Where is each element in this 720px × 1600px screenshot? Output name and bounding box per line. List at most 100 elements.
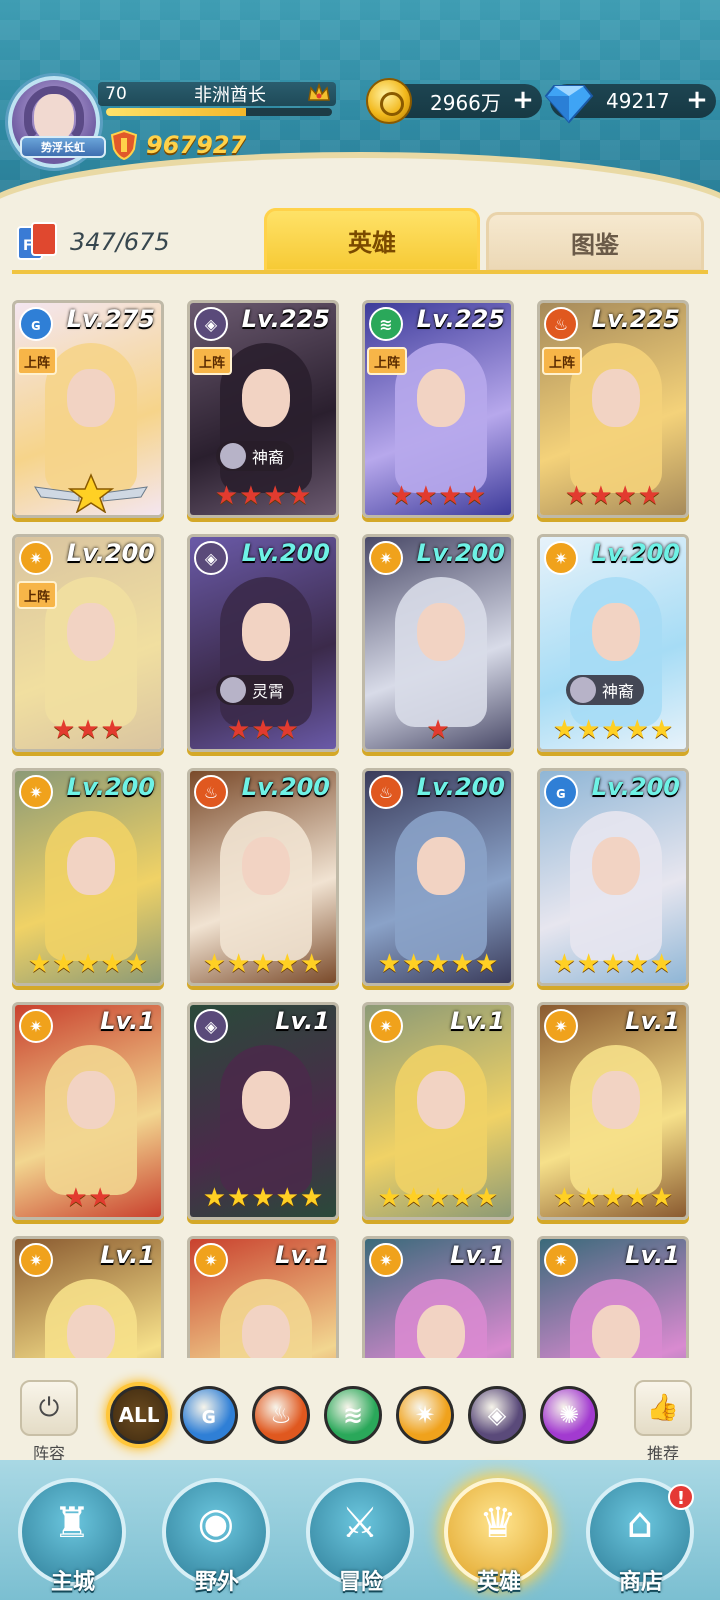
power-value: 967927 (146, 131, 247, 159)
hero-level: Lv.1 (100, 1241, 155, 1269)
hero-level: Lv.1 (450, 1007, 505, 1035)
nav-label: 英雄 (476, 1570, 521, 1595)
hero-card[interactable]: ✷ Lv.200 神裔 ★ ★ ★ ★ ★ (537, 534, 689, 752)
deployed-badge: 上阵 (542, 347, 582, 375)
hero-card[interactable]: ♨ Lv.200 ★ ★ ★ ★ ★ (187, 768, 339, 986)
nav-castle[interactable]: ♜ 主城 (14, 1472, 132, 1600)
dark-element-icon: ◈ (194, 541, 228, 575)
recommend-button[interactable]: 👍 推荐 (628, 1380, 698, 1466)
hero-card[interactable]: ✷ Lv.200 ★ ★ ★ ★ ★ (12, 768, 164, 986)
hero-level: Lv.1 (625, 1007, 680, 1035)
star-icon: ★ (377, 1183, 402, 1213)
avatar-title: 势浮长虹 (20, 136, 106, 158)
star-icon: ★ (100, 949, 124, 979)
star-icon: ★ (589, 481, 613, 511)
hero-card[interactable]: ɢ Lv.200 ★ ★ ★ ★ ★ (537, 768, 689, 986)
star-icon: ★ (462, 481, 487, 511)
hero-face (592, 369, 640, 427)
hero-card[interactable]: ✷ Lv.1 (537, 1236, 689, 1358)
hero-card[interactable]: ≋ Lv.225 上阵 ★ ★ ★ ★ (362, 300, 514, 518)
hero-card[interactable]: ✷ Lv.1 ★ ★ ★ ★ ★ (362, 1002, 514, 1220)
star-icon: ★ (76, 715, 100, 745)
gold-value: 2966万 (430, 90, 501, 115)
thumbs-up-icon: 👍 (634, 1380, 692, 1436)
wind-element-icon: ≋ (369, 307, 403, 341)
light-element-icon: ✷ (19, 775, 53, 809)
nav-sword[interactable]: ⚔ 冒险 (302, 1472, 420, 1600)
star-icon: ★ (450, 949, 474, 979)
star-icon: ★ (251, 715, 275, 745)
hero-tag: 神裔 (216, 441, 295, 471)
star-icon: ★ (552, 715, 577, 745)
crown-icon (308, 82, 330, 101)
star-icon: ★ (202, 949, 227, 979)
star-rating: ★ ★ ★ ★ ★ (190, 951, 336, 977)
tab-album[interactable]: 图鉴 (486, 212, 704, 272)
hero-card[interactable]: ✷ Lv.1 (362, 1236, 514, 1358)
add-gem-button[interactable]: + (686, 87, 708, 113)
star-rating: ★ ★ ★ (190, 717, 336, 743)
hero-card[interactable]: ✷ Lv.200 上阵 ★ ★ ★ (12, 534, 164, 752)
hero-card[interactable]: ♨ Lv.225 上阵 ★ ★ ★ ★ (537, 300, 689, 518)
hero-card[interactable]: ♨ Lv.200 ★ ★ ★ ★ ★ (362, 768, 514, 986)
hero-face (592, 603, 640, 661)
star-rating: ★ ★ ★ ★ ★ (365, 1185, 511, 1211)
star-rating: ★ ★ (15, 1185, 161, 1211)
nav-helmet[interactable]: ♛ 英雄 (440, 1472, 558, 1600)
lineup-button[interactable]: ⏻ 阵容 (14, 1380, 84, 1466)
xp-bar (106, 108, 332, 116)
winged-star-icon (34, 473, 148, 513)
collection-count-text: 347/675 (70, 228, 170, 256)
hero-level: Lv.1 (625, 1241, 680, 1269)
hero-card[interactable]: ✷ Lv.1 ★ ★ ★ ★ ★ (537, 1002, 689, 1220)
hero-card[interactable]: ✷ Lv.1 (187, 1236, 339, 1358)
star-icon: ★ (649, 949, 674, 979)
star-icon: ★ (426, 715, 450, 745)
hero-level: Lv.200 (241, 539, 330, 567)
star-rating: ★ ★ ★ (15, 717, 161, 743)
star-icon: ★ (52, 715, 76, 745)
filter-dark-button[interactable]: ◈ (468, 1386, 526, 1444)
star-icon: ★ (76, 949, 100, 979)
star-icon: ★ (64, 1183, 88, 1213)
filter-wind-button[interactable]: ≋ (324, 1386, 382, 1444)
hero-card[interactable]: ✷ Lv.200 ★ (362, 534, 514, 752)
hero-level: Lv.275 (66, 305, 155, 333)
add-gold-button[interactable]: + (512, 87, 534, 113)
hero-level: Lv.200 (591, 539, 680, 567)
star-icon: ★ (377, 949, 402, 979)
filter-water-button[interactable]: ɢ (180, 1386, 238, 1444)
star-icon: ★ (202, 1183, 227, 1213)
nav-portal[interactable]: ◉ 野外 (158, 1472, 276, 1600)
star-icon: ★ (389, 481, 414, 511)
tag-icon (220, 443, 246, 469)
light-element-icon: ✷ (369, 1243, 403, 1277)
light-element-icon: ✷ (369, 541, 403, 575)
hero-card[interactable]: ✷ Lv.1 ★ ★ (12, 1002, 164, 1220)
star-icon: ★ (88, 1183, 112, 1213)
filter-all-button[interactable]: ALL (110, 1386, 168, 1444)
filter-light-button[interactable]: ✷ (396, 1386, 454, 1444)
star-icon: ★ (251, 1183, 275, 1213)
hero-face (592, 1305, 640, 1358)
tab-heroes[interactable]: 英雄 (264, 208, 480, 272)
dark-element-icon: ◈ (194, 307, 228, 341)
hero-face (67, 1071, 115, 1129)
deployed-badge: 上阵 (367, 347, 407, 375)
star-icon: ★ (474, 1183, 499, 1213)
combat-power: 967927 (110, 128, 246, 162)
filter-void-button[interactable]: ✺ (540, 1386, 598, 1444)
hero-level: Lv.200 (66, 773, 155, 801)
star-icon: ★ (124, 949, 149, 979)
castle-icon: ♜ (53, 1498, 91, 1547)
hero-card[interactable]: ◈ Lv.225 上阵 神裔 ★ ★ ★ ★ (187, 300, 339, 518)
hero-card[interactable]: ◈ Lv.200 灵霄 ★ ★ ★ (187, 534, 339, 752)
hero-card[interactable]: ✷ Lv.1 (12, 1236, 164, 1358)
star-icon: ★ (601, 949, 625, 979)
star-icon: ★ (601, 715, 625, 745)
coin-icon (366, 78, 412, 124)
hero-face (417, 837, 465, 895)
hero-card[interactable]: ◈ Lv.1 ★ ★ ★ ★ ★ (187, 1002, 339, 1220)
filter-fire-button[interactable]: ♨ (252, 1386, 310, 1444)
hero-card[interactable]: ɢ Lv.275 上阵 (12, 300, 164, 518)
